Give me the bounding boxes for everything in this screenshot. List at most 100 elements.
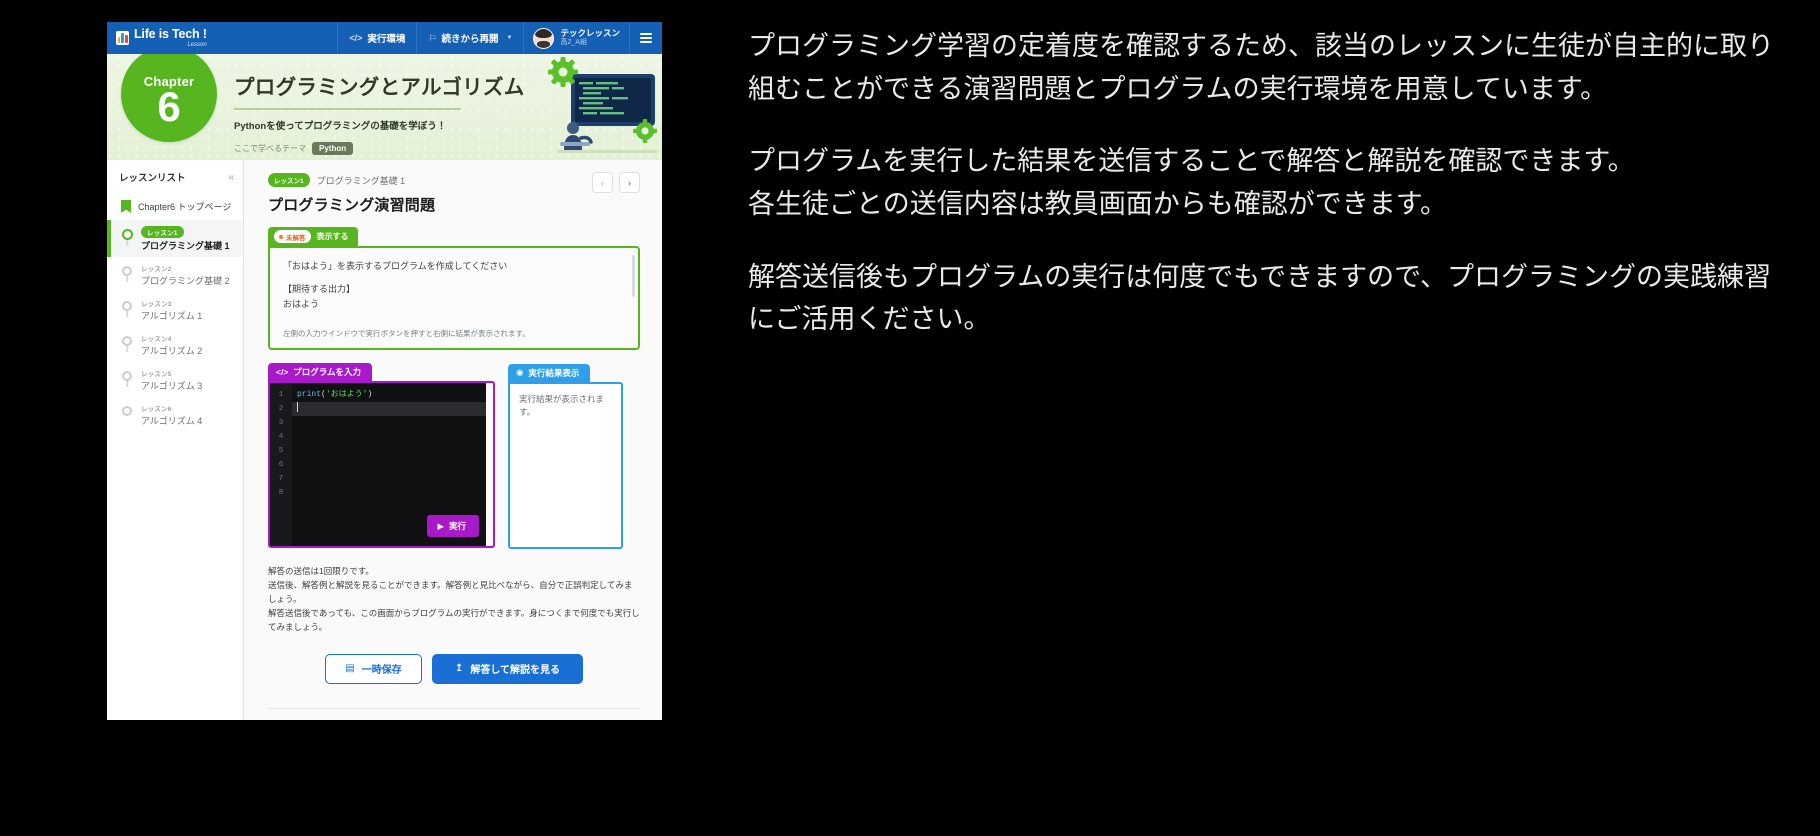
chapter-number: 6 xyxy=(157,82,181,130)
app-body: レッスンリスト « Chapter6 トップページ レッスン1 プログラミング基… xyxy=(107,160,662,720)
theme-label: ここで学べるテーマ xyxy=(234,143,306,153)
lesson-sidebar: レッスンリスト « Chapter6 トップページ レッスン1 プログラミング基… xyxy=(107,160,244,720)
result-column: ◉ 実行結果表示 実行結果が表示されます。 xyxy=(508,362,623,549)
play-icon: ▶ xyxy=(437,520,444,531)
result-placeholder-text: 実行結果が表示されます。 xyxy=(519,393,605,417)
chapter-title: プログラミングとアルゴリズム xyxy=(234,76,525,99)
lesson-name: アルゴリズム 3 xyxy=(141,381,203,391)
chapter-description: Pythonを使ってプログラミングの基礎を学ぼう！ xyxy=(234,120,447,132)
code-brackets-icon: </> xyxy=(349,33,363,43)
collapse-sidebar-icon[interactable]: « xyxy=(228,172,234,183)
lesson-tag: レッスン5 xyxy=(141,371,172,378)
main-content: レッスン1 プログラミング基礎 1 プログラミング演習問題 ‹ › 未解答 表示… xyxy=(244,160,662,720)
sidebar-item-lesson-3[interactable]: レッスン3 アルゴリズム 1 xyxy=(107,292,243,327)
brand-title: Life is Tech ! xyxy=(134,27,207,42)
lesson-node-icon xyxy=(122,371,132,381)
line-number: 3 xyxy=(278,419,284,428)
sidebar-item-lesson-2[interactable]: レッスン2 プログラミング基礎 2 xyxy=(107,257,243,292)
breadcrumb-lesson-pill: レッスン1 xyxy=(268,173,310,187)
problem-hint: 左側の入力ウインドウで実行ボタンを押すと右側に結果が表示されます。 xyxy=(283,329,530,339)
run-environment-label: 実行環境 xyxy=(367,34,406,45)
line-number: 1 xyxy=(278,391,284,400)
lesson-tag: レッスン4 xyxy=(141,336,172,343)
lesson-node-icon xyxy=(122,336,132,346)
lesson-connector xyxy=(126,275,128,282)
user-menu[interactable]: テックレッスン 高2_A組 xyxy=(523,22,629,54)
submission-notes: 解答の送信は1回限りです。 送信後、解答例と解説を見ることができます。解答例と見… xyxy=(268,564,640,634)
resume-dropdown[interactable]: ⚐ 続きから再開 ▼ xyxy=(416,22,523,54)
submit-button[interactable]: ↥ 解答して解説を見る xyxy=(432,653,583,684)
sidebar-header: レッスンリスト « xyxy=(107,160,243,193)
lesson-name: アルゴリズム 2 xyxy=(141,346,203,356)
banner-divider xyxy=(234,108,461,110)
sidebar-item-top-page[interactable]: Chapter6 トップページ xyxy=(107,193,243,220)
chevron-down-icon: ▼ xyxy=(506,35,513,41)
status-badge: 未解答 xyxy=(274,230,311,243)
line-number: 2 xyxy=(278,405,284,414)
code-token-paren-close: ) xyxy=(367,390,373,400)
submit-button-label: 解答して解説を見る xyxy=(470,665,561,677)
problem-tab-row: 未解答 表示する xyxy=(268,227,640,246)
problem-tab-label: 表示する xyxy=(316,232,349,241)
pager-prev-button[interactable]: ‹ xyxy=(592,172,613,193)
lesson-connector xyxy=(126,345,128,352)
top-navbar: Life is Tech ! Lesson </> 実行環境 ⚐ 続きから再開 … xyxy=(107,22,662,54)
lesson-node-icon xyxy=(122,301,132,311)
run-button[interactable]: ▶ 実行 xyxy=(427,515,479,538)
screenshot-stage: Life is Tech ! Lesson </> 実行環境 ⚐ 続きから再開 … xyxy=(0,0,1820,836)
pager-next-button[interactable]: › xyxy=(619,172,640,193)
run-environment-button[interactable]: </> 実行環境 xyxy=(337,22,416,54)
annotation-paragraph-1: プログラミング学習の定着度を確認するため、該当のレッスンに生徒が自主的に取り組む… xyxy=(748,31,1774,105)
line-number: 6 xyxy=(278,461,284,470)
eye-icon: ◉ xyxy=(516,367,524,378)
problem-show-tab[interactable]: 未解答 表示する xyxy=(268,227,358,246)
code-line-2-active xyxy=(292,402,493,417)
annotation-paragraph-2: プログラムを実行した結果を送信することで解答と解説を確認できます。 xyxy=(748,146,1635,178)
problem-statement-box: 「おはよう」を表示するプログラムを作成してください 【期待する出力】 おはよう … xyxy=(268,246,640,351)
editor-scrollbar[interactable] xyxy=(486,383,493,547)
editor-column: </> プログラムを入力 1 2 3 4 5 6 7 8 print('おはよう… xyxy=(268,362,495,549)
annotation-paragraph-3: 各生徒ごとの送信内容は教員画面からも確認ができます。 xyxy=(748,188,1448,220)
editor-result-row: </> プログラムを入力 1 2 3 4 5 6 7 8 print('おはよう… xyxy=(268,362,640,549)
sidebar-item-lesson-1[interactable]: レッスン1 プログラミング基礎 1 xyxy=(107,220,243,257)
code-editor[interactable]: 1 2 3 4 5 6 7 8 print('おはよう') ▶ 実行 xyxy=(268,381,495,549)
sidebar-item-lesson-5[interactable]: レッスン5 アルゴリズム 3 xyxy=(107,362,243,397)
annotation-panel: プログラミング学習の定着度を確認するため、該当のレッスンに生徒が自主的に取り組む… xyxy=(748,26,1788,342)
brand-logo[interactable]: Life is Tech ! Lesson xyxy=(107,28,207,48)
hamburger-menu-icon[interactable] xyxy=(629,22,662,54)
brand-subtitle: Lesson xyxy=(187,41,207,48)
run-button-label: 実行 xyxy=(448,521,466,532)
line-number: 4 xyxy=(278,433,284,442)
line-number: 7 xyxy=(278,475,284,484)
exercise-pager: ‹ › xyxy=(592,172,640,193)
editor-gutter: 1 2 3 4 5 6 7 8 xyxy=(270,383,292,547)
page-title: プログラミング演習問題 xyxy=(268,197,436,214)
sidebar-item-lesson-6[interactable]: レッスン6 アルゴリズム 4 xyxy=(107,397,243,432)
problem-line-2: 【期待する出力】 xyxy=(283,284,356,295)
lesson-node-icon xyxy=(122,406,132,416)
lesson-node-icon xyxy=(121,229,133,240)
user-class: 高2_A組 xyxy=(560,38,587,46)
save-button-label: 一時保存 xyxy=(361,665,402,677)
problem-line-3: おはよう xyxy=(283,298,320,309)
lesson-tag: レッスン6 xyxy=(141,406,172,413)
navbar-right-group: </> 実行環境 ⚐ 続きから再開 ▼ テックレッスン 高2_A組 xyxy=(337,22,662,54)
code-line-1: print('おはよう') xyxy=(292,388,493,402)
lesson-tag: レッスン2 xyxy=(141,266,172,273)
save-disk-icon: ▤ xyxy=(345,663,355,675)
problem-scrollbar[interactable] xyxy=(632,255,635,297)
save-button[interactable]: ▤ 一時保存 xyxy=(325,653,422,684)
breadcrumb-lesson-name: プログラミング基礎 1 xyxy=(316,175,406,186)
logo-icon xyxy=(116,31,129,45)
note-line-1: 解答の送信は1回限りです。 xyxy=(268,565,374,576)
sidebar-item-lesson-4[interactable]: レッスン4 アルゴリズム 2 xyxy=(107,327,243,362)
lesson-tag: レッスン3 xyxy=(141,301,172,308)
note-line-2: 送信後、解答例と解説を見ることができます。解答例と見比べながら、自分で正誤判定し… xyxy=(268,579,633,604)
user-name: テックレッスン xyxy=(560,28,620,39)
problem-line-1: 「おはよう」を表示するプログラムを作成してください xyxy=(283,261,508,271)
